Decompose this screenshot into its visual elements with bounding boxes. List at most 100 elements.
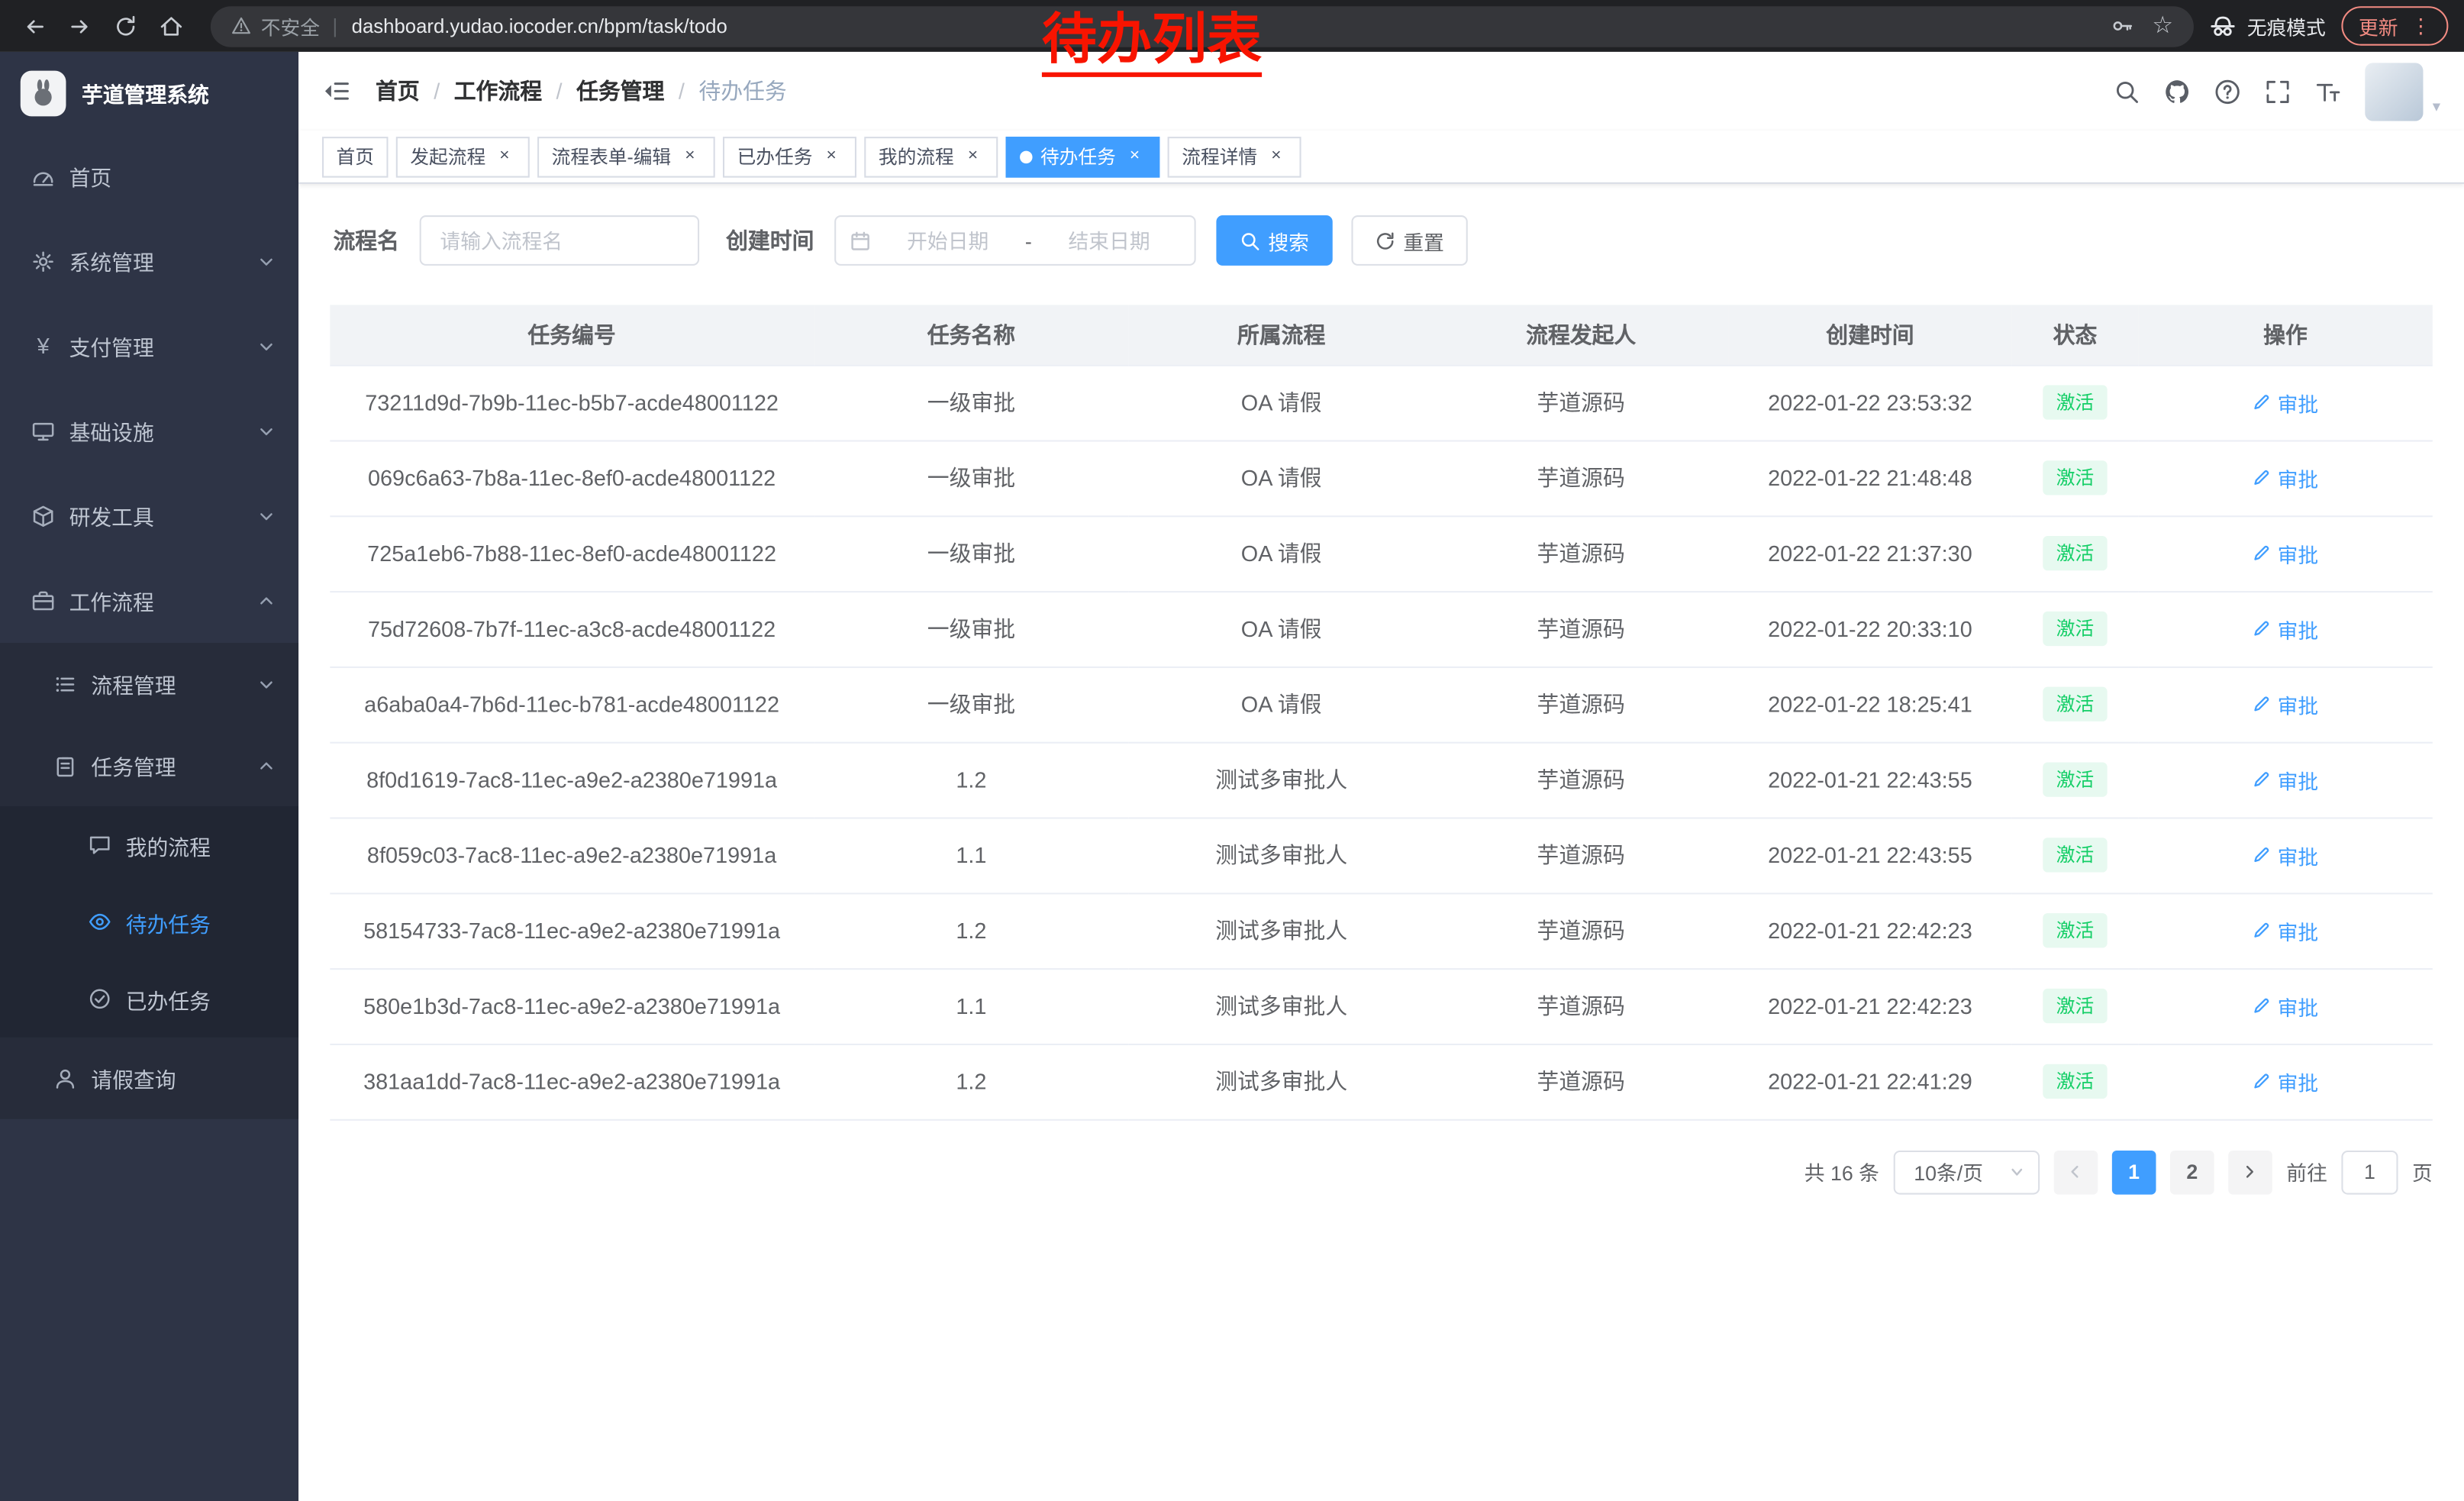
browser-menu-icon[interactable]: ⋮ xyxy=(2411,16,2431,37)
cell-created: 2022-01-22 18:25:41 xyxy=(1728,667,2012,742)
browser-reload-button[interactable] xyxy=(107,7,144,44)
browser-forward-button[interactable] xyxy=(61,7,98,44)
cell-task-id: 069c6a63-7b8a-11ec-8ef0-acde48001122 xyxy=(330,440,814,515)
tab-home[interactable]: 首页 xyxy=(322,136,388,177)
close-icon[interactable]: × xyxy=(1265,145,1287,167)
approve-link[interactable]: 审批 xyxy=(2253,991,2318,1021)
breadcrumb-workflow[interactable]: 工作流程 xyxy=(454,76,542,107)
start-date-input[interactable] xyxy=(877,229,1019,253)
user-menu-caret-icon[interactable]: ▾ xyxy=(2433,98,2440,116)
page-button-1[interactable]: 1 xyxy=(2112,1150,2156,1194)
chevron-up-icon xyxy=(258,592,276,609)
cell-task-id: 75d72608-7b7f-11ec-a3c8-acde48001122 xyxy=(330,591,814,667)
fullscreen-icon[interactable] xyxy=(2264,78,2291,105)
tab-my-processes[interactable]: 我的流程 × xyxy=(864,136,998,177)
approve-link-label: 审批 xyxy=(2278,1067,2319,1096)
sidebar-item-devtools[interactable]: 研发工具 xyxy=(0,473,298,558)
page-button-2[interactable]: 2 xyxy=(2170,1150,2214,1194)
goto-page-input[interactable] xyxy=(2341,1150,2398,1194)
chevron-down-icon xyxy=(258,507,276,525)
cell-initiator: 芋道源码 xyxy=(1434,968,1728,1044)
date-range-separator: - xyxy=(1025,229,1032,253)
status-badge: 激活 xyxy=(2043,536,2106,570)
sidebar-item-todo-task[interactable]: 待办任务 xyxy=(0,883,298,960)
font-size-icon[interactable] xyxy=(2314,78,2341,105)
cell-created: 2022-01-22 21:48:48 xyxy=(1728,440,2012,515)
edit-icon xyxy=(2253,770,2272,789)
screen-root: 待办列表 不安全 | dashboard.yudao.iocoder.cn/bp… xyxy=(0,0,2464,1501)
approve-link[interactable]: 审批 xyxy=(2253,1067,2318,1096)
prev-page-button[interactable] xyxy=(2054,1150,2098,1194)
sidebar-item-system[interactable]: 系统管理 xyxy=(0,218,298,303)
cell-action: 审批 xyxy=(2138,515,2433,591)
table-row: 069c6a63-7b8a-11ec-8ef0-acde48001122 一级审… xyxy=(330,440,2433,515)
user-avatar[interactable] xyxy=(2365,62,2423,120)
end-date-input[interactable] xyxy=(1038,229,1180,253)
approve-link[interactable]: 审批 xyxy=(2253,538,2318,568)
process-name-input[interactable] xyxy=(420,215,699,266)
browser-back-button[interactable] xyxy=(16,7,53,44)
cell-task-name: 一级审批 xyxy=(814,365,1129,441)
sidebar-item-process-mgmt[interactable]: 流程管理 xyxy=(0,643,298,725)
sidebar-item-my-process[interactable]: 我的流程 xyxy=(0,806,298,883)
approve-link[interactable]: 审批 xyxy=(2253,463,2318,492)
cell-task-id: 73211d9d-7b9b-11ec-b5b7-acde48001122 xyxy=(330,365,814,441)
sidebar-item-payment[interactable]: ¥ 支付管理 xyxy=(0,303,298,388)
tab-process-detail[interactable]: 流程详情 × xyxy=(1168,136,1301,177)
bookmark-star-icon[interactable]: ☆ xyxy=(2152,15,2173,38)
close-icon[interactable]: × xyxy=(821,145,843,167)
reset-button[interactable]: 重置 xyxy=(1351,215,1467,266)
status-badge: 激活 xyxy=(2043,385,2106,419)
browser-home-button[interactable] xyxy=(153,7,190,44)
approve-link[interactable]: 审批 xyxy=(2253,689,2318,719)
next-page-button[interactable] xyxy=(2228,1150,2272,1194)
breadcrumb-home[interactable]: 首页 xyxy=(376,76,420,107)
close-icon[interactable]: × xyxy=(962,145,984,167)
search-button[interactable]: 搜索 xyxy=(1216,215,1332,266)
approve-link[interactable]: 审批 xyxy=(2253,840,2318,870)
tab-todo-tasks[interactable]: 待办任务 × xyxy=(1006,136,1160,177)
list-icon xyxy=(53,672,77,696)
cell-task-id: 381aa1dd-7ac8-11ec-a9e2-a2380e71991a xyxy=(330,1044,814,1119)
process-name-label: 流程名 xyxy=(333,224,398,256)
address-separator: | xyxy=(332,15,337,37)
close-icon[interactable]: × xyxy=(1124,145,1146,167)
page-size-select[interactable]: 10条/页 xyxy=(1893,1150,2040,1194)
logo[interactable]: 芋道管理系统 xyxy=(0,52,298,134)
sidebar-item-leave-query[interactable]: 请假查询 xyxy=(0,1038,298,1119)
help-icon[interactable] xyxy=(2214,78,2241,105)
approve-link[interactable]: 审批 xyxy=(2253,387,2318,417)
close-icon[interactable]: × xyxy=(493,145,515,167)
approve-link-label: 审批 xyxy=(2278,614,2319,644)
cell-task-id: 8f059c03-7ac8-11ec-a9e2-a2380e71991a xyxy=(330,818,814,893)
browser-update-button[interactable]: 更新 ⋮ xyxy=(2341,6,2448,45)
column-header-action: 操作 xyxy=(2138,305,2433,364)
tab-form-edit[interactable]: 流程表单-编辑 × xyxy=(537,136,715,177)
incognito-badge: 无痕模式 xyxy=(2209,11,2325,40)
sidebar-item-label: 流程管理 xyxy=(91,668,176,699)
date-range-picker[interactable]: - xyxy=(834,215,1195,266)
cell-process: OA 请假 xyxy=(1129,667,1434,742)
search-icon[interactable] xyxy=(2114,78,2140,105)
tab-done-tasks[interactable]: 已办任务 × xyxy=(723,136,856,177)
todo-task-table: 任务编号 任务名称 所属流程 流程发起人 创建时间 状态 操作 73211d9d… xyxy=(330,305,2433,1119)
approve-link[interactable]: 审批 xyxy=(2253,915,2318,945)
sidebar-item-label: 支付管理 xyxy=(69,330,154,361)
sidebar-item-task-mgmt[interactable]: 任务管理 xyxy=(0,725,298,806)
sidebar-item-done-task[interactable]: 已办任务 xyxy=(0,960,298,1038)
password-key-icon[interactable] xyxy=(2110,15,2133,38)
chevron-down-icon xyxy=(258,422,276,440)
column-header-created: 创建时间 xyxy=(1728,305,2012,364)
tab-start-process[interactable]: 发起流程 × xyxy=(396,136,530,177)
breadcrumb-task-mgmt[interactable]: 任务管理 xyxy=(576,76,664,107)
sidebar-item-infra[interactable]: 基础设施 xyxy=(0,388,298,473)
sidebar-item-workflow[interactable]: 工作流程 xyxy=(0,558,298,643)
sidebar-toggle-icon[interactable] xyxy=(322,77,350,105)
approve-link[interactable]: 审批 xyxy=(2253,765,2318,795)
close-icon[interactable]: × xyxy=(679,145,701,167)
table-row: 73211d9d-7b9b-11ec-b5b7-acde48001122 一级审… xyxy=(330,365,2433,441)
github-icon[interactable] xyxy=(2164,78,2191,105)
tab-label: 流程详情 xyxy=(1182,143,1257,169)
approve-link[interactable]: 审批 xyxy=(2253,614,2318,644)
sidebar-item-home[interactable]: 首页 xyxy=(0,134,298,218)
